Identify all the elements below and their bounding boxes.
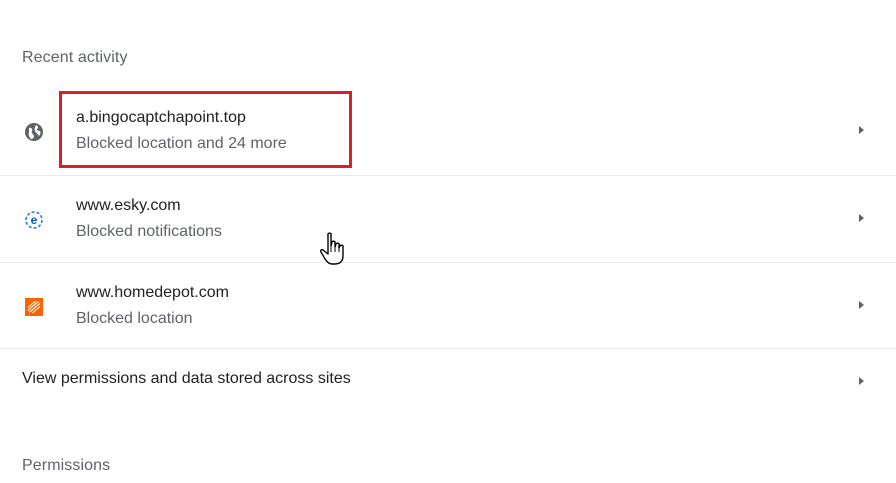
permissions-heading: Permissions xyxy=(22,457,111,474)
homedepot-favicon-icon xyxy=(25,298,43,316)
site-text: www.esky.com Blocked notifications xyxy=(76,195,222,243)
view-all-permissions-row[interactable]: View permissions and data stored across … xyxy=(0,348,896,412)
recent-site-row[interactable]: www.homedepot.com Blocked location xyxy=(0,262,896,348)
globe-icon xyxy=(25,123,43,141)
site-name: www.esky.com xyxy=(76,197,181,214)
recent-activity-heading: Recent activity xyxy=(22,49,128,66)
svg-text:e: e xyxy=(31,213,38,227)
site-name: www.homedepot.com xyxy=(76,284,229,301)
view-all-permissions-label: View permissions and data stored across … xyxy=(22,370,351,387)
site-settings-page: Recent activity a.bingocaptchapoint.top … xyxy=(0,0,896,483)
hand-cursor-icon xyxy=(320,232,344,265)
chevron-right-icon[interactable] xyxy=(856,297,868,313)
chevron-right-icon[interactable] xyxy=(856,122,868,138)
site-detail: Blocked location xyxy=(76,310,193,327)
esky-favicon-icon: e xyxy=(25,211,43,229)
chevron-right-icon[interactable] xyxy=(856,373,868,389)
site-detail: Blocked notifications xyxy=(76,223,222,240)
chevron-right-icon[interactable] xyxy=(856,210,868,226)
recent-site-row[interactable]: e www.esky.com Blocked notifications xyxy=(0,175,896,261)
site-text: www.homedepot.com Blocked location xyxy=(76,282,229,330)
highlight-annotation-box xyxy=(59,91,352,168)
